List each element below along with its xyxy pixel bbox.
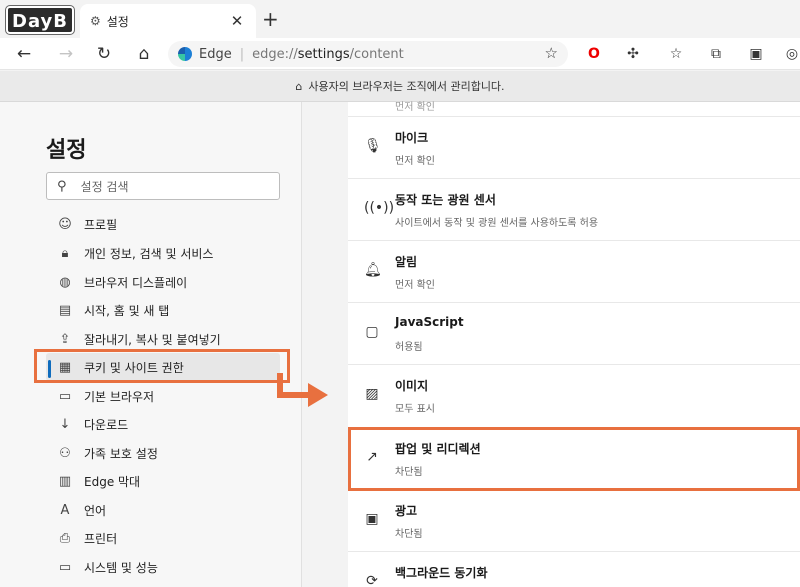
- sidebar-item-label: 프린터: [84, 531, 118, 546]
- collections-icon[interactable]: ⧉: [706, 44, 726, 64]
- copilot-icon[interactable]: ◎: [782, 44, 800, 64]
- row-title: 동작 또는 광원 센서: [395, 193, 496, 207]
- extension-red-icon[interactable]: O: [584, 44, 604, 64]
- row-subtitle: 먼저 확인: [395, 156, 435, 167]
- row-subtitle: 사이트에서 동작 및 광원 센서를 사용하도록 허용: [395, 218, 599, 229]
- permission-row-images[interactable]: ▨ 이미지 모두 표시: [348, 364, 800, 426]
- watermark-logo: DayB: [5, 5, 75, 35]
- row-subtitle: 먼저 확인: [395, 280, 435, 291]
- row-subtitle: 모두 표시: [395, 404, 435, 415]
- puzzle-extensions-icon[interactable]: ✣: [623, 44, 643, 64]
- favorite-star-icon[interactable]: ☆: [545, 44, 558, 62]
- sidebar-item-privacy[interactable]: 🔒︎ 개인 정보, 검색 및 서비스: [46, 239, 280, 267]
- search-input[interactable]: ⚲ 설정 검색: [46, 172, 280, 200]
- managed-notice-text: 사용자의 브라우저는 조직에서 관리합니다.: [308, 80, 505, 93]
- briefcase-icon: ⌂: [295, 80, 303, 93]
- bell-icon: 🔔︎: [364, 262, 382, 278]
- sidebar-item-label: 시스템 및 성능: [84, 560, 158, 575]
- sidebar-item-label: 다운로드: [84, 417, 129, 432]
- row-subtitle: 허용됨: [395, 342, 423, 353]
- row-subtitle: 차단됨: [395, 529, 423, 540]
- sidebar-item-label: Edge 막대: [84, 474, 141, 489]
- sidebar-item-label: 잘라내기, 복사 및 붙여넣기: [84, 332, 221, 347]
- cut-off-subtitle: 먼저 확인: [395, 102, 435, 113]
- row-title: 백그라운드 동기화: [395, 566, 488, 580]
- back-icon[interactable]: ←: [12, 43, 36, 65]
- tab-settings[interactable]: ⚙ 설정 ✕: [80, 4, 256, 38]
- browser-toolbar: ← → ↻ ⌂ Edge | edge://settings/content ☆…: [0, 38, 800, 70]
- url-scheme: edge://: [252, 46, 298, 62]
- permission-row-notifications[interactable]: 🔔︎ 알림 먼저 확인: [348, 240, 800, 302]
- forward-icon[interactable]: →: [54, 43, 78, 65]
- javascript-icon: ▢: [365, 324, 379, 340]
- sidebar-item-label: 언어: [84, 503, 107, 518]
- url-rest: /content: [349, 46, 404, 62]
- sidebar-item-family[interactable]: ⚇ 가족 보호 설정: [46, 439, 280, 467]
- ads-icon: ▣: [365, 511, 379, 527]
- favorites-icon[interactable]: ☆: [666, 44, 686, 64]
- download-icon: ↓: [59, 416, 71, 432]
- highlight-box-sidebar: [34, 349, 290, 383]
- search-placeholder: 설정 검색: [80, 179, 129, 194]
- sidebar-item-label: 가족 보호 설정: [84, 446, 158, 461]
- permission-row-microphone[interactable]: 🎙︎ 마이크 먼저 확인: [348, 116, 800, 178]
- url-path: settings: [297, 46, 350, 62]
- edge-bar-icon: ▥: [58, 473, 72, 489]
- printer-icon: ⎙: [59, 530, 71, 546]
- refresh-icon[interactable]: ↻: [92, 43, 116, 65]
- privacy-lock-icon: 🔒︎: [61, 245, 69, 261]
- image-icon: ▨: [365, 386, 379, 402]
- new-tab-icon[interactable]: +: [262, 9, 279, 29]
- sidebar-item-label: 브라우저 디스플레이: [84, 275, 188, 290]
- sidebar-item-label: 개인 정보, 검색 및 서비스: [84, 246, 214, 261]
- site-permissions-panel: 먼저 확인 🎙︎ 마이크 먼저 확인 ((•)) 동작 또는 광원 센서 사이트…: [348, 102, 800, 587]
- sidebar-item-edge-bar[interactable]: ▥ Edge 막대: [46, 467, 280, 495]
- language-icon: A: [60, 502, 70, 518]
- sidebar-item-system[interactable]: ▭ 시스템 및 성능: [46, 553, 280, 581]
- permission-row-background-sync[interactable]: ⟳ 백그라운드 동기화: [348, 551, 800, 587]
- sidebar-item-start-home[interactable]: ▤ 시작, 홈 및 새 탭: [46, 296, 280, 324]
- row-title: 알림: [395, 255, 418, 269]
- row-title: 광고: [395, 504, 418, 518]
- row-title: 마이크: [395, 131, 429, 145]
- family-icon: ⚇: [59, 445, 71, 461]
- sidebar-item-label: 시작, 홈 및 새 탭: [84, 303, 170, 318]
- sidebar-item-downloads[interactable]: ↓ 다운로드: [46, 410, 280, 438]
- row-title: 이미지: [395, 379, 429, 393]
- sensor-icon: ((•)): [364, 200, 395, 216]
- edge-logo-icon: [178, 47, 192, 61]
- permission-row-ads[interactable]: ▣ 광고 차단됨: [348, 489, 800, 551]
- address-brand: Edge: [199, 46, 232, 62]
- microphone-icon: 🎙︎: [364, 138, 382, 154]
- settings-favicon-icon: ⚙: [90, 14, 101, 28]
- sidebar-item-appearance[interactable]: ◍ 브라우저 디스플레이: [46, 268, 280, 296]
- palette-icon: ◍: [59, 274, 71, 290]
- sidebar-item-languages[interactable]: A 언어: [46, 496, 280, 524]
- address-bar[interactable]: Edge | edge://settings/content ☆: [168, 41, 568, 67]
- sidebar-item-profile[interactable]: ☺ 프로필: [46, 210, 280, 238]
- search-icon: ⚲: [57, 178, 67, 194]
- sidebar-item-default-browser[interactable]: ▭ 기본 브라우저: [46, 382, 280, 410]
- home-icon[interactable]: ⌂: [132, 43, 156, 65]
- sync-icon: ⟳: [366, 573, 378, 587]
- tab-title: 설정: [106, 14, 129, 29]
- highlight-box-popups: [348, 427, 800, 491]
- profile-icon: ☺: [58, 216, 72, 232]
- address-separator: |: [239, 46, 245, 62]
- sidebar-item-printers[interactable]: ⎙ 프린터: [46, 524, 280, 552]
- permission-row-sensors[interactable]: ((•)) 동작 또는 광원 센서 사이트에서 동작 및 광원 센서를 사용하도…: [348, 178, 800, 240]
- home-tab-icon: ▤: [58, 302, 72, 318]
- row-title: JavaScript: [395, 315, 464, 329]
- screenshot-icon[interactable]: ▣: [746, 44, 766, 64]
- annotation-arrow-icon: [277, 373, 328, 407]
- browser-icon: ▭: [58, 388, 72, 404]
- page-title: 설정: [46, 138, 87, 163]
- sidebar-item-label: 프로필: [84, 217, 118, 232]
- tab-strip: DayB ⚙ 설정 ✕ +: [0, 0, 800, 38]
- permission-row-javascript[interactable]: ▢ JavaScript 허용됨: [348, 302, 800, 364]
- system-icon: ▭: [58, 559, 72, 575]
- sidebar-item-label: 기본 브라우저: [84, 389, 155, 404]
- share-icon: ⇪: [59, 331, 71, 347]
- close-tab-icon[interactable]: ✕: [228, 12, 246, 30]
